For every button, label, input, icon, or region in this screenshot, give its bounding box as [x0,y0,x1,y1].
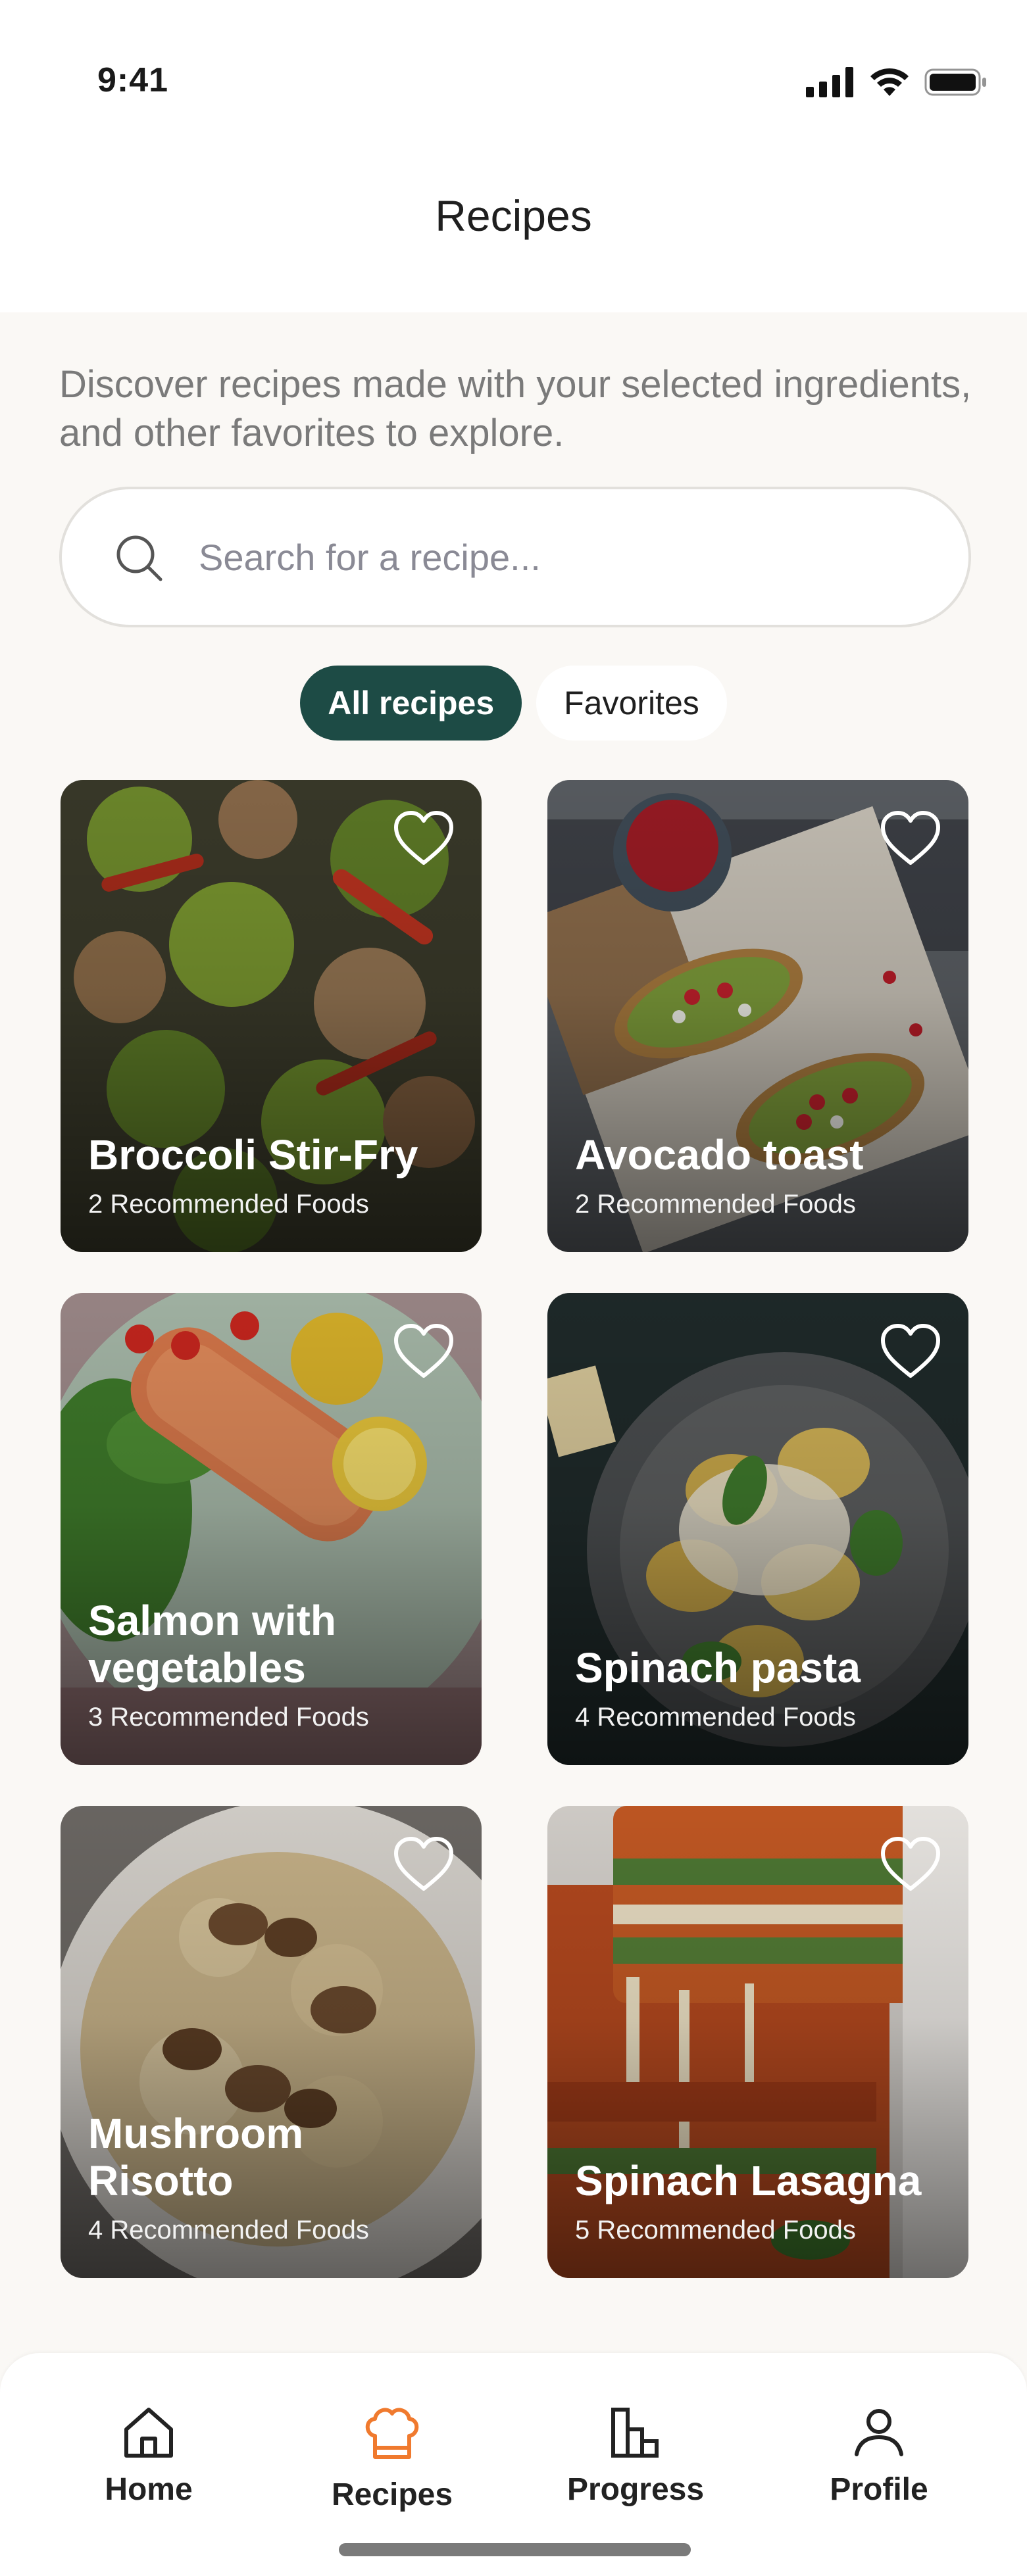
filter-chips: All recipes Favorites [0,666,1027,741]
recipe-title: Salmon with vegetables [88,1597,336,1691]
favorite-heart-icon[interactable] [392,809,455,868]
recipe-card-spinach-lasagna[interactable]: Spinach Lasagna 5 Recommended Foods [547,1806,968,2278]
person-icon [855,2409,903,2456]
favorite-heart-icon[interactable] [392,1835,455,1894]
recipe-subtitle: 4 Recommended Foods [575,1703,856,1732]
favorite-heart-icon[interactable] [392,1322,455,1381]
status-bar: 9:41 [0,0,1027,138]
wifi-icon [870,68,909,96]
header: Recipes [0,138,1027,312]
recipe-subtitle: 3 Recommended Foods [88,1703,369,1732]
recipe-grid: Broccoli Stir-Fry 2 Recommended Foods Av… [61,780,968,2278]
tab-profile[interactable]: Profile [780,2404,978,2508]
recipe-card-avocado-toast[interactable]: Avocado toast 2 Recommended Foods [547,780,968,1252]
recipe-card-salmon-with-vegetables[interactable]: Salmon with vegetables 3 Recommended Foo… [61,1293,482,1765]
tab-label: Home [105,2472,193,2507]
favorite-heart-icon[interactable] [879,809,942,868]
search-input[interactable] [199,535,857,579]
recipe-title: Avocado toast [575,1131,864,1179]
tab-label: Recipes [331,2477,453,2512]
tab-home[interactable]: Home [50,2404,247,2508]
status-time: 9:41 [97,61,169,99]
recipe-title: Broccoli Stir-Fry [88,1131,418,1179]
recipe-card-mushroom-risotto[interactable]: Mushroom Risotto 4 Recommended Foods [61,1806,482,2278]
tab-label: Profile [830,2472,928,2507]
intro-text: Discover recipes made with your selected… [59,363,972,454]
page-title: Recipes [435,191,592,240]
recipe-subtitle: 2 Recommended Foods [88,1190,369,1219]
search-icon [116,535,163,581]
recipe-card-spinach-pasta[interactable]: Spinach pasta 4 Recommended Foods [547,1293,968,1765]
tab-label: Progress [566,2472,705,2507]
battery-icon [924,68,986,96]
recipe-subtitle: 4 Recommended Foods [88,2216,369,2245]
status-icons [806,67,988,97]
tab-progress[interactable]: Progress [537,2404,734,2508]
tab-recipes[interactable]: Recipes [293,2404,491,2513]
home-indicator [339,2543,691,2556]
home-icon [124,2408,173,2458]
search-bar[interactable] [59,487,971,627]
recipe-title: Mushroom Risotto [88,2110,304,2204]
recipe-subtitle: 5 Recommended Foods [575,2216,856,2245]
favorite-heart-icon[interactable] [879,1835,942,1894]
recipe-title: Spinach pasta [575,1644,861,1691]
cellular-signal-icon [806,67,853,97]
chef-hat-icon [365,2408,419,2459]
recipe-title: Spinach Lasagna [575,2157,922,2204]
filter-favorites[interactable]: Favorites [536,666,727,741]
recipe-subtitle: 2 Recommended Foods [575,1190,856,1219]
bottom-tab-bar: Home Recipes Progress Profile [0,2353,1027,2576]
favorite-heart-icon[interactable] [879,1322,942,1381]
recipe-card-broccoli-stir-fry[interactable]: Broccoli Stir-Fry 2 Recommended Foods [61,780,482,1252]
chart-icon [611,2408,659,2458]
filter-all-recipes[interactable]: All recipes [300,666,522,741]
